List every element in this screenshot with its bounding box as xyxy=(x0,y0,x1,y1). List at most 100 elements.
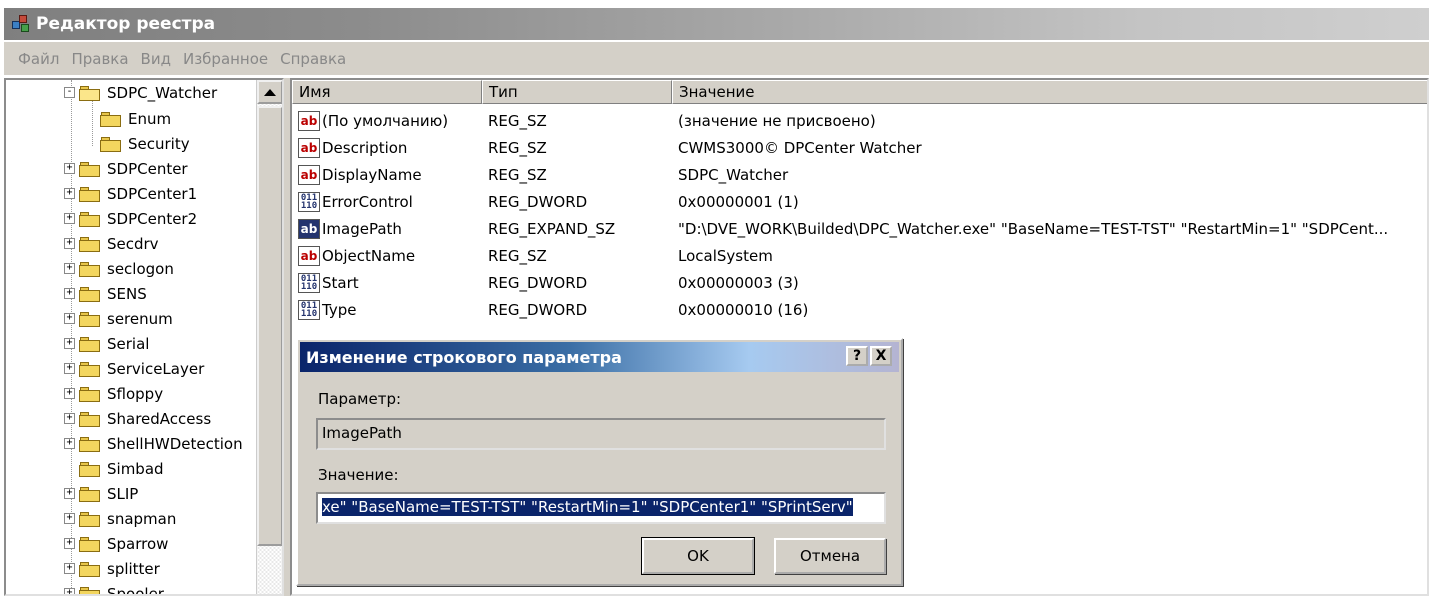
column-name-header[interactable]: Имя xyxy=(292,80,482,104)
tree-item-label: SENS xyxy=(107,284,147,303)
expand-icon[interactable]: + xyxy=(64,313,75,324)
tree-item-serenum[interactable]: + serenum xyxy=(64,306,173,331)
tree-item-label: seclogon xyxy=(107,259,174,278)
value-name: Start xyxy=(322,273,359,292)
value-data: 0x00000001 (1) xyxy=(678,192,799,211)
value-name: ErrorControl xyxy=(322,192,413,211)
tree-item-sparrow[interactable]: + Sparrow xyxy=(64,531,168,556)
tree-item-splitter[interactable]: + splitter xyxy=(64,556,160,581)
value-name: Type xyxy=(322,300,357,319)
expand-icon[interactable]: + xyxy=(64,563,75,574)
list-item[interactable]: ab ObjectName REG_SZ LocalSystem xyxy=(292,242,773,269)
value-type: REG_DWORD xyxy=(488,273,588,292)
tree-item-label: serenum xyxy=(107,309,173,328)
folder-icon xyxy=(79,511,101,527)
list-item[interactable]: ab DisplayName REG_SZ SDPC_Watcher xyxy=(292,161,788,188)
tree-item-serial[interactable]: + Serial xyxy=(64,331,149,356)
scroll-up-button[interactable] xyxy=(257,80,282,104)
window-title-bar[interactable]: Редактор реестра xyxy=(4,8,1429,40)
expand-icon[interactable]: + xyxy=(64,338,75,349)
tree-item-label: SLIP xyxy=(107,484,139,503)
collapse-icon[interactable]: - xyxy=(64,87,75,98)
folder-icon xyxy=(79,411,101,427)
string-value-icon: ab xyxy=(298,137,320,158)
expand-icon[interactable]: + xyxy=(64,488,75,499)
menu-help[interactable]: Справка xyxy=(274,50,352,68)
tree-item-sens[interactable]: + SENS xyxy=(64,281,147,306)
tree-item-label: Enum xyxy=(128,109,172,128)
tree-item-spooler[interactable]: + Spooler xyxy=(64,581,164,594)
tree-item-shellhwdetection[interactable]: + ShellHWDetection xyxy=(64,431,243,456)
tree-scrollbar[interactable] xyxy=(256,80,282,594)
tree-item-sdpc-watcher[interactable]: - SDPC_Watcher xyxy=(64,80,217,105)
close-button[interactable]: X xyxy=(870,346,892,366)
binary-value-icon: 011 110 xyxy=(298,299,320,320)
folder-icon xyxy=(79,286,101,302)
folder-icon xyxy=(79,186,101,202)
expand-icon[interactable]: + xyxy=(64,188,75,199)
menu-favorites[interactable]: Избранное xyxy=(177,50,274,68)
tree-item-secdrv[interactable]: + Secdrv xyxy=(64,231,159,256)
tree-item-sdpcenter2[interactable]: + SDPCenter2 xyxy=(64,206,197,231)
column-value-header[interactable]: Значение xyxy=(672,80,1427,104)
tree-item-servicelayer[interactable]: + ServiceLayer xyxy=(64,356,204,381)
tree-item-seclogon[interactable]: + seclogon xyxy=(64,256,174,281)
value-data: 0x00000003 (3) xyxy=(678,273,799,292)
tree-item-sdpcenter1[interactable]: + SDPCenter1 xyxy=(64,181,197,206)
menu-view[interactable]: Вид xyxy=(135,50,177,68)
tree-item-slip[interactable]: + SLIP xyxy=(64,481,138,506)
value-type: REG_SZ xyxy=(488,165,547,184)
expand-icon[interactable]: + xyxy=(64,513,75,524)
list-item[interactable]: ab (По умолчанию) REG_SZ (значение не при… xyxy=(292,107,876,134)
expand-icon[interactable]: + xyxy=(64,388,75,399)
menu-edit[interactable]: Правка xyxy=(65,50,134,68)
expand-icon[interactable]: + xyxy=(64,588,75,594)
menu-file[interactable]: Файл xyxy=(4,50,65,68)
binary-value-icon: 011 110 xyxy=(298,191,320,212)
value-name: (По умолчанию) xyxy=(322,111,449,130)
ok-button[interactable]: OK xyxy=(641,537,755,575)
tree-item-label: Security xyxy=(128,134,190,153)
folder-icon xyxy=(79,211,101,227)
tree-item-snapman[interactable]: + snapman xyxy=(64,506,176,531)
tree-item-security[interactable]: Security xyxy=(100,131,190,156)
tree-item-sdpcenter[interactable]: + SDPCenter xyxy=(64,156,188,181)
tree-item-label: SDPC_Watcher xyxy=(107,83,218,102)
tree-item-sfloppy[interactable]: + Sfloppy xyxy=(64,381,163,406)
registry-tree[interactable]: - SDPC_Watcher Enum Security + SDPCenter… xyxy=(4,78,284,596)
folder-open-icon xyxy=(79,85,101,101)
list-item[interactable]: 011 110 ErrorControl REG_DWORD 0x00000001 … xyxy=(292,188,799,215)
folder-icon xyxy=(79,311,101,327)
tree-item-sharedaccess[interactable]: + SharedAccess xyxy=(64,406,211,431)
tree-item-label: Secdrv xyxy=(107,234,159,253)
expand-icon[interactable]: + xyxy=(64,213,75,224)
scroll-thumb[interactable] xyxy=(257,106,282,546)
expand-icon[interactable]: + xyxy=(64,288,75,299)
help-button[interactable]: ? xyxy=(846,346,868,366)
param-label: Параметр: xyxy=(318,390,402,408)
tree-item-simbad[interactable]: Simbad xyxy=(64,456,164,481)
tree-item-label: SDPCenter xyxy=(107,159,188,178)
value-type: REG_SZ xyxy=(488,111,547,130)
string-value-icon: ab xyxy=(298,245,320,266)
expand-icon[interactable]: + xyxy=(64,263,75,274)
expand-icon[interactable]: + xyxy=(64,413,75,424)
value-label: Значение: xyxy=(318,466,399,484)
column-type-header[interactable]: Тип xyxy=(482,80,672,104)
expand-icon[interactable]: + xyxy=(64,238,75,249)
expand-icon[interactable]: + xyxy=(64,538,75,549)
list-item[interactable]: 011 110 Type REG_DWORD 0x00000010 (16) xyxy=(292,296,808,323)
expand-icon[interactable]: + xyxy=(64,438,75,449)
list-item[interactable]: ab Description REG_SZ CWMS3000© DPCenter … xyxy=(292,134,922,161)
list-item[interactable]: 011 110 Start REG_DWORD 0x00000003 (3) xyxy=(292,269,799,296)
value-data-input[interactable]: xe" "BaseName=TEST-TST" "RestartMin=1" "… xyxy=(316,492,886,524)
string-value-icon: ab xyxy=(298,164,320,185)
cancel-button[interactable]: Отмена xyxy=(774,538,886,574)
dialog-title-bar[interactable]: Изменение строкового параметра xyxy=(300,342,899,372)
expand-icon[interactable]: + xyxy=(64,363,75,374)
expand-icon[interactable]: + xyxy=(64,163,75,174)
tree-item-enum[interactable]: Enum xyxy=(100,106,171,131)
list-item-selected[interactable]: ab ImagePath REG_EXPAND_SZ "D:\DVE_WORK\B… xyxy=(292,215,1388,242)
arrow-up-icon xyxy=(264,88,276,96)
tree-item-label: Sparrow xyxy=(107,534,169,553)
